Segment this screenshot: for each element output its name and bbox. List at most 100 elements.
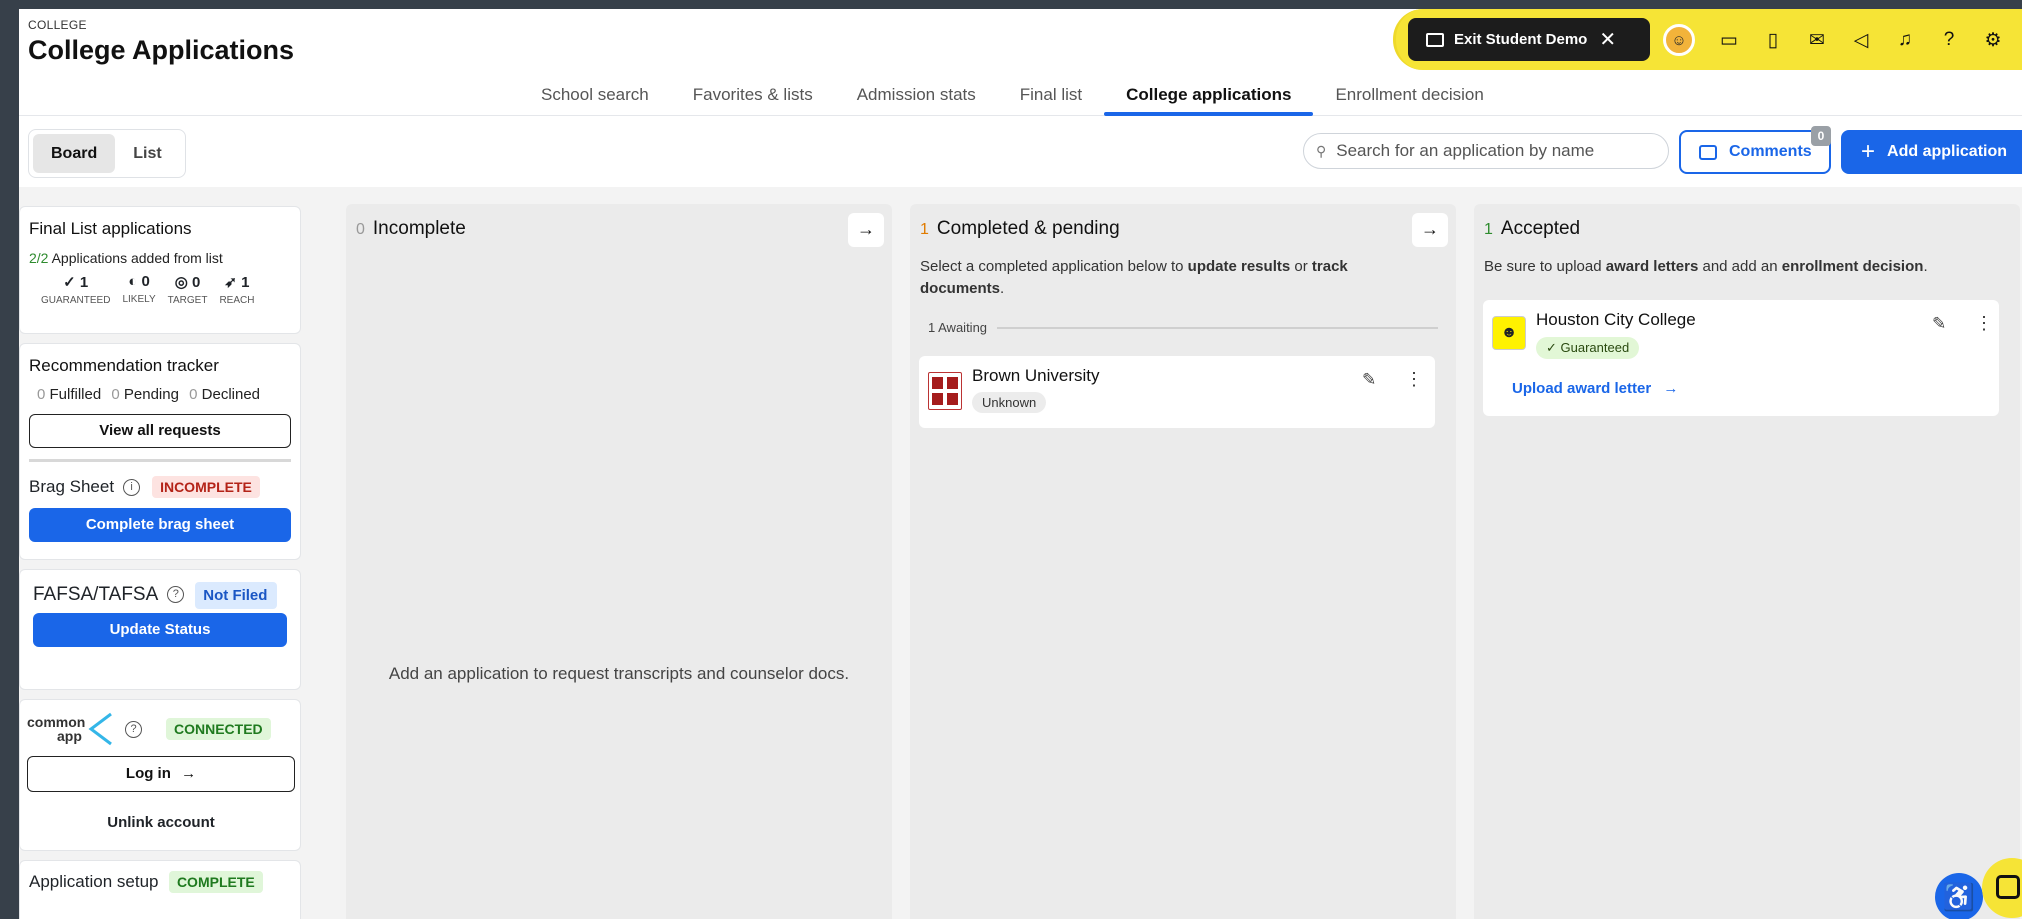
board-view-button[interactable]: Board (33, 134, 116, 173)
added-text: Applications added from list (51, 250, 223, 266)
guaranteed-label: GUARANTEED (41, 295, 111, 306)
tab-school-search[interactable]: School search (519, 82, 671, 116)
reach-count: 1 (241, 274, 250, 291)
avatar[interactable]: ☺ (1663, 24, 1695, 56)
desc-text: . (1923, 258, 1928, 275)
more-options-icon[interactable]: ⋮ (1975, 313, 1993, 334)
fafsa-card: FAFSA/TAFSA ? Not Filed Update Status (19, 569, 301, 690)
stat-likely: ◐ 0 LIKELY (122, 273, 155, 306)
view-all-requests-button[interactable]: View all requests (29, 414, 291, 448)
complete-brag-sheet-button[interactable]: Complete brag sheet (29, 508, 291, 542)
board-area: Final List applications 2/2 Applications… (19, 187, 2022, 919)
top-header: COLLEGE College Applications School sear… (19, 9, 2022, 116)
exit-demo-label: Exit Student Demo (1454, 31, 1588, 48)
declined-label: Declined (201, 386, 261, 403)
search-input[interactable] (1336, 141, 1647, 161)
brag-sheet-row: Brag Sheet i INCOMPLETE (29, 476, 291, 498)
brag-sheet-status-badge: INCOMPLETE (152, 476, 260, 498)
tab-enrollment-decision[interactable]: Enrollment decision (1313, 82, 1505, 116)
column-incomplete: 0 Incomplete → Add an application to requ… (346, 204, 892, 919)
final-list-title: Final List applications (29, 219, 192, 238)
accessibility-icon[interactable]: ♿ (1935, 873, 1983, 919)
common-app-logo: common app (27, 712, 115, 746)
demo-toolbar: Exit Student Demo ✕ ☺ ▭ ▯ ✉ ◁ ♫ ? ⚙ (1393, 9, 2022, 70)
page-eyebrow: COLLEGE (28, 18, 87, 32)
tab-admission-stats[interactable]: Admission stats (835, 82, 998, 116)
common-app-row: common app ? CONNECTED (27, 712, 293, 746)
more-options-icon[interactable]: ⋮ (1405, 369, 1423, 390)
exit-student-demo-button[interactable]: Exit Student Demo ✕ (1408, 18, 1650, 61)
list-view-button[interactable]: List (115, 134, 179, 173)
desc-text: Select a completed application below to (920, 258, 1188, 275)
gear-icon[interactable]: ⚙ (1981, 28, 2005, 52)
fafsa-status-badge: Not Filed (195, 582, 278, 609)
help-icon[interactable]: ? (1937, 28, 1961, 52)
column-count: 0 (356, 221, 365, 238)
add-application-button[interactable]: + Add application (1841, 130, 2022, 174)
application-name: Brown University (972, 366, 1100, 385)
bell-icon[interactable]: ♫ (1893, 28, 1917, 52)
tab-favorites-lists[interactable]: Favorites & lists (671, 82, 835, 116)
pending-label: Pending (123, 386, 179, 403)
connected-badge: CONNECTED (166, 718, 271, 740)
application-card[interactable]: Brown University Unknown ✎ ⋮ (919, 356, 1435, 428)
university-crest-icon (928, 372, 962, 410)
log-in-button[interactable]: Log in → (27, 756, 295, 792)
tab-college-applications[interactable]: College applications (1104, 82, 1314, 116)
added-count: 2/2 (29, 250, 49, 266)
comments-button[interactable]: Comments 0 (1679, 126, 1831, 174)
likely-icon: ◐ (128, 273, 138, 290)
target-count: 0 (192, 274, 201, 291)
reach-icon: ➶ (224, 274, 237, 291)
column-title: Accepted (1500, 218, 1581, 239)
megaphone-icon[interactable]: ◁ (1849, 28, 1873, 52)
close-icon: ✕ (1599, 29, 1617, 51)
desc-bold: update results (1187, 258, 1291, 275)
fulfilled-label: Fulfilled (49, 386, 102, 403)
desc-bold: award letters (1605, 258, 1699, 275)
common-app-mark-icon (88, 712, 112, 746)
likely-count: 0 (141, 273, 150, 290)
target-label: TARGET (167, 295, 208, 306)
column-header: 1 Accepted (1484, 218, 1580, 240)
edit-icon[interactable]: ✎ (1932, 314, 1946, 334)
application-name: Houston City College (1536, 310, 1696, 329)
column-count: 1 (920, 221, 929, 238)
divider (29, 459, 291, 462)
move-forward-button[interactable]: → (848, 213, 884, 247)
app-window: COLLEGE College Applications School sear… (19, 9, 2022, 919)
application-card[interactable]: ☻ Houston City College ✓ Guaranteed ✎ ⋮ … (1483, 300, 1999, 416)
edit-icon[interactable]: ✎ (1362, 370, 1376, 390)
help-icon[interactable]: ? (125, 720, 142, 738)
upload-award-letter-link[interactable]: Upload award letter → (1512, 380, 1678, 397)
column-title: Incomplete (372, 218, 466, 239)
stat-target: ◎ 0 TARGET (168, 273, 208, 306)
column-description: Select a completed application below to … (920, 256, 1430, 300)
application-setup-title: Application setup (29, 872, 159, 891)
wallet-icon[interactable]: ▭ (1717, 28, 1741, 52)
category-stats: ✓ 1 GUARANTEED ◐ 0 LIKELY ◎ 0 TARGET ➶ 1… (29, 273, 291, 306)
desc-text: or (1290, 258, 1312, 275)
document-icon[interactable]: ▯ (1761, 28, 1785, 52)
check-icon: ✓ (1546, 340, 1557, 355)
upload-award-letter-label: Upload award letter (1512, 380, 1652, 397)
column-title: Completed & pending (936, 218, 1120, 239)
comments-label: Comments (1729, 143, 1812, 160)
info-icon[interactable]: i (123, 478, 141, 496)
tab-final-list[interactable]: Final list (998, 82, 1104, 116)
search-icon: ⚲ (1316, 142, 1327, 159)
recommendation-card: Recommendation tracker 0 Fulfilled 0 Pen… (19, 343, 301, 560)
help-icon[interactable]: ? (167, 586, 185, 603)
update-status-button[interactable]: Update Status (33, 613, 287, 647)
declined-count: 0 (189, 386, 198, 403)
move-forward-button[interactable]: → (1412, 213, 1448, 247)
status-chip: ✓ Guaranteed (1536, 337, 1640, 359)
unlink-account-link[interactable]: Unlink account (27, 814, 295, 831)
common-app-card: common app ? CONNECTED Log in → Unlink a… (19, 699, 301, 851)
desc-text: . (1000, 280, 1005, 297)
section-tabs: School search Favorites & lists Admissio… (519, 82, 1506, 116)
mail-icon[interactable]: ✉ (1805, 28, 1829, 52)
recommendation-title: Recommendation tracker (29, 356, 219, 375)
column-description: Be sure to upload award letters and add … (1484, 256, 1994, 278)
divider-line (997, 326, 1438, 329)
